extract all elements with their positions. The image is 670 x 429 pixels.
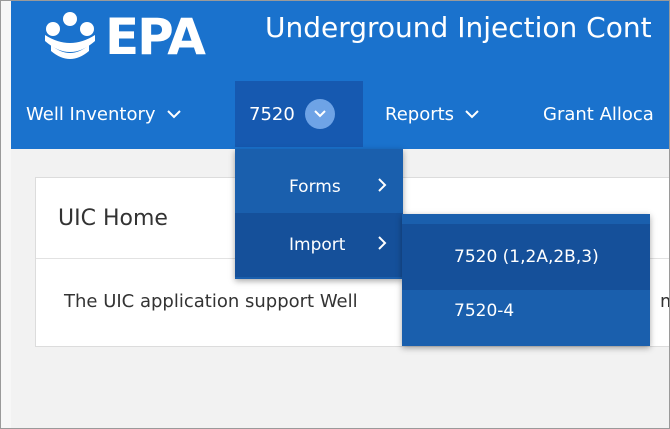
- menu-item-label: Forms: [289, 177, 341, 197]
- region-body-tail: m: [660, 291, 669, 312]
- nav-label: Reports: [385, 103, 455, 125]
- main-nav: Well Inventory 7520 Reports Grant Alloca: [11, 81, 669, 147]
- app-window: EPA Underground Injection Cont Well Inve…: [0, 0, 670, 429]
- nav-label: 7520: [249, 103, 295, 125]
- menu-item-label: Import: [289, 235, 346, 255]
- menu-item-7520-4[interactable]: 7520-4: [402, 278, 650, 344]
- submenu-import: 7520 (1,2A,2B,3) 7520-4: [402, 214, 650, 346]
- nav-item-reports[interactable]: Reports: [385, 81, 480, 147]
- epa-flower-icon: [45, 12, 95, 59]
- menu-item-label: 7520-4: [454, 301, 515, 321]
- epa-logo[interactable]: EPA: [39, 7, 206, 67]
- logo-text: EPA: [105, 8, 206, 66]
- app-title: Underground Injection Cont: [265, 11, 652, 44]
- nav-item-7520[interactable]: 7520: [235, 81, 363, 147]
- menu-item-import[interactable]: Import: [235, 213, 403, 277]
- menu-item-label: 7520 (1,2A,2B,3): [454, 247, 599, 267]
- nav-label: Grant Alloca: [543, 103, 654, 125]
- chevron-right-icon: [378, 236, 387, 250]
- dropdown-menu-7520: Forms Import: [235, 149, 403, 279]
- nav-item-well-inventory[interactable]: Well Inventory: [26, 81, 182, 147]
- chevron-right-icon: [378, 178, 387, 192]
- nav-label: Well Inventory: [26, 103, 156, 125]
- chevron-down-circle-icon: [304, 99, 335, 129]
- chevron-down-icon: [166, 110, 181, 119]
- chevron-down-icon: [465, 110, 479, 119]
- nav-item-grant-allocation[interactable]: Grant Alloca: [543, 81, 654, 147]
- region-body-text: The UIC application support Well: [64, 291, 358, 312]
- region-title: UIC Home: [58, 205, 168, 231]
- menu-item-forms[interactable]: Forms: [235, 155, 403, 219]
